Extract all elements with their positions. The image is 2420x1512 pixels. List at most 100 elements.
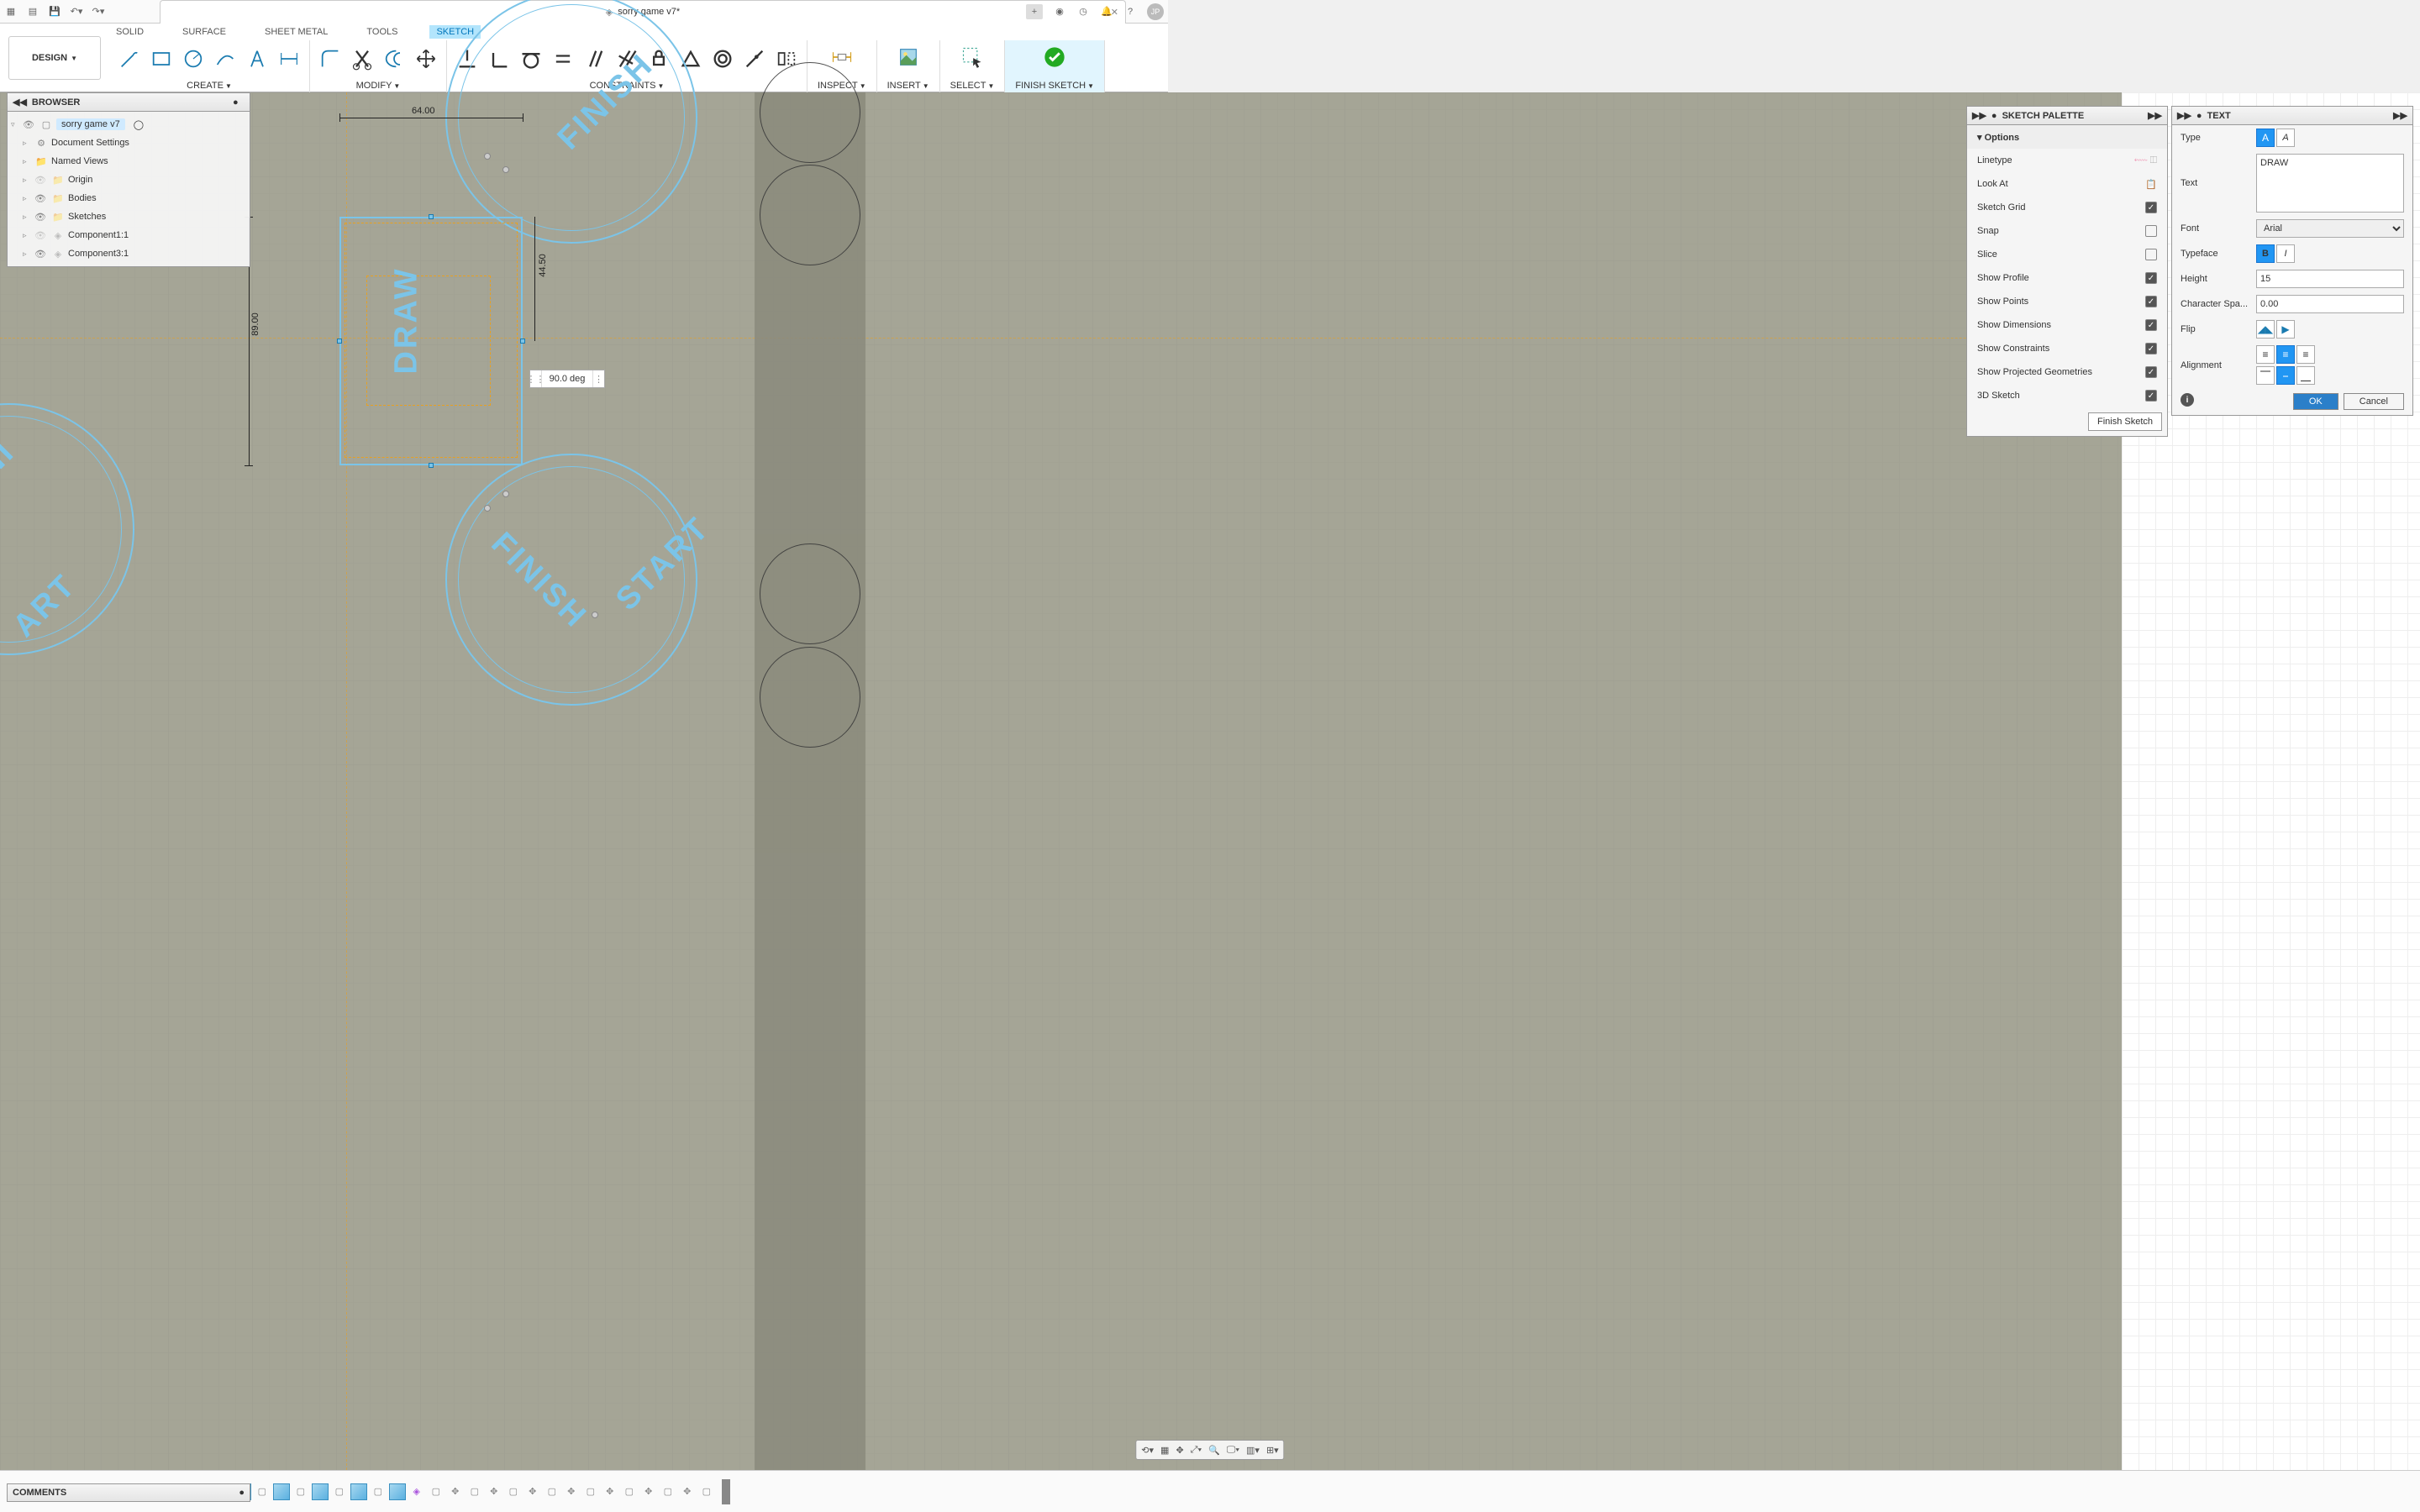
checkbox[interactable]: ✓ [2145, 390, 2157, 402]
tree-item[interactable]: ▹👁📁Origin [8, 171, 250, 189]
jobs-icon[interactable]: ◷ [1076, 5, 1090, 18]
timeline-item[interactable] [350, 1483, 367, 1500]
lookat-icon[interactable]: 📋 [2145, 179, 2157, 190]
checkbox[interactable]: ✓ [2145, 319, 2157, 331]
tree-item[interactable]: ▹👁◈Component1:1 [8, 226, 250, 244]
checkbox[interactable]: ✓ [2145, 343, 2157, 354]
checkbox[interactable]: ✓ [2145, 202, 2157, 213]
dimension-tool-icon[interactable] [276, 45, 302, 72]
timeline-item[interactable]: ✥ [447, 1483, 464, 1500]
extensions-icon[interactable]: ◉ [1053, 5, 1066, 18]
tab-solid[interactable]: SOLID [109, 25, 150, 39]
tab-sheetmetal[interactable]: SHEET METAL [258, 25, 334, 39]
fit-icon[interactable]: 🔍 [1208, 1445, 1220, 1456]
tree-item[interactable]: ▹👁◈Component3:1 [8, 244, 250, 263]
bold-button[interactable]: B [2256, 244, 2275, 263]
dim-left[interactable]: 89.00 [250, 312, 260, 336]
undo-icon[interactable]: ↶▾ [70, 5, 83, 18]
text-tool-icon[interactable] [244, 45, 271, 72]
timeline-item[interactable]: ▢ [621, 1483, 638, 1500]
tab-surface[interactable]: SURFACE [176, 25, 233, 39]
italic-button[interactable]: I [2276, 244, 2295, 263]
align-left-icon[interactable]: ≡ [2256, 345, 2275, 364]
angle-menu-icon[interactable]: ⋮ [592, 370, 604, 387]
expand-icon[interactable]: ▶▶ [2393, 110, 2407, 121]
text-input[interactable]: DRAW [2256, 154, 2404, 213]
flip-h-icon[interactable]: ◢◣ [2256, 320, 2275, 339]
pan-icon[interactable]: ✥ [1176, 1445, 1183, 1456]
timeline-item[interactable]: ▢ [660, 1483, 676, 1500]
tree-item[interactable]: ▹👁📁Sketches [8, 207, 250, 226]
display-icon[interactable]: 🖵▾ [1227, 1445, 1239, 1456]
flip-v-icon[interactable]: ▶ [2276, 320, 2295, 339]
workspace-switcher[interactable]: DESIGN▼ [8, 36, 101, 80]
line-tool-icon[interactable] [116, 45, 143, 72]
modify-group-label[interactable]: MODIFY▼ [356, 81, 401, 92]
app-menu-icon[interactable]: ▦ [4, 5, 18, 18]
align-center-icon[interactable]: ≡ [2276, 345, 2295, 364]
timeline-item[interactable]: ✥ [524, 1483, 541, 1500]
align-mid-icon[interactable]: ⎯ [2276, 366, 2295, 385]
align-bot-icon[interactable]: ⎽ [2296, 366, 2315, 385]
expand-icon[interactable]: ● [239, 1488, 245, 1498]
tree-root[interactable]: ▿👁▢sorry game v7◯ [8, 115, 250, 134]
align-top-icon[interactable]: ⎺ [2256, 366, 2275, 385]
timeline-item[interactable]: ✥ [640, 1483, 657, 1500]
timeline-item[interactable]: ◈ [408, 1483, 425, 1500]
timeline-item[interactable]: ▢ [370, 1483, 387, 1500]
collapse-icon[interactable]: ▶▶ [1972, 110, 1986, 121]
tree-item[interactable]: ▹⚙Document Settings [8, 134, 250, 152]
grid-display-icon[interactable]: ▥▾ [1246, 1445, 1260, 1456]
comments-panel[interactable]: COMMENTS● [7, 1483, 250, 1502]
timeline-item[interactable]: ✥ [486, 1483, 502, 1500]
save-icon[interactable]: 💾 [48, 5, 61, 18]
spacing-input[interactable] [2256, 295, 2404, 313]
expand-icon[interactable]: ▶▶ [2148, 110, 2162, 121]
cancel-button[interactable]: Cancel [2344, 393, 2404, 410]
move-tool-icon[interactable] [413, 45, 439, 72]
timeline-item[interactable]: ✥ [679, 1483, 696, 1500]
rect-tool-icon[interactable] [148, 45, 175, 72]
align-right-icon[interactable]: ≡ [2296, 345, 2315, 364]
options-header[interactable]: ▾ Options [1967, 125, 2167, 149]
circle-tool-icon[interactable] [180, 45, 207, 72]
zoom-icon[interactable]: ⤢▾ [1191, 1445, 1202, 1456]
checkbox[interactable] [2145, 249, 2157, 260]
notifications-icon[interactable]: 🔔 [1100, 5, 1113, 18]
redo-icon[interactable]: ↷▾ [92, 5, 105, 18]
orbit-icon[interactable]: ⟲▾ [1141, 1445, 1154, 1456]
insert-group[interactable]: INSERT▼ [877, 40, 940, 92]
type-multiline-icon[interactable]: A [2256, 129, 2275, 147]
lookat-icon[interactable]: ▦ [1160, 1445, 1169, 1456]
minimize-icon[interactable]: ● [2196, 111, 2202, 121]
timeline-item[interactable]: ▢ [505, 1483, 522, 1500]
timeline-item[interactable]: ✥ [602, 1483, 618, 1500]
tree-item[interactable]: ▹📁Named Views [8, 152, 250, 171]
user-avatar[interactable]: JP [1147, 3, 1164, 20]
dim-top[interactable]: 64.00 [412, 106, 435, 116]
tab-sketch[interactable]: SKETCH [429, 25, 481, 39]
new-tab-icon[interactable]: + [1026, 4, 1043, 19]
minimize-icon[interactable]: ● [1991, 111, 1997, 121]
checkbox[interactable]: ✓ [2145, 296, 2157, 307]
dim-right[interactable]: 44.50 [538, 254, 548, 277]
timeline-item[interactable]: ▢ [292, 1483, 309, 1500]
collinear-constraint-icon[interactable] [741, 45, 768, 72]
fillet-tool-icon[interactable] [317, 45, 344, 72]
height-input[interactable] [2256, 270, 2404, 288]
offset-tool-icon[interactable] [381, 45, 408, 72]
checkbox[interactable]: ✓ [2145, 272, 2157, 284]
finish-sketch-palette-button[interactable]: Finish Sketch [2088, 412, 2162, 431]
timeline-item[interactable]: ▢ [582, 1483, 599, 1500]
help-icon[interactable]: ? [1123, 5, 1137, 18]
timeline-item[interactable] [273, 1483, 290, 1500]
timeline-item[interactable]: ▢ [331, 1483, 348, 1500]
angle-input[interactable]: ⋮⋮ ⋮ [529, 370, 605, 388]
finish-sketch-button[interactable]: FINISH SKETCH▼ [1005, 40, 1105, 92]
drag-handle-icon[interactable]: ⋮⋮ [530, 370, 542, 387]
checkbox[interactable] [2145, 225, 2157, 237]
timeline-item[interactable]: ✥ [563, 1483, 580, 1500]
timeline-item[interactable]: ▢ [428, 1483, 445, 1500]
linetype-construction-icon[interactable]: ⬳ [2134, 155, 2148, 165]
ok-button[interactable]: OK [2293, 393, 2338, 410]
